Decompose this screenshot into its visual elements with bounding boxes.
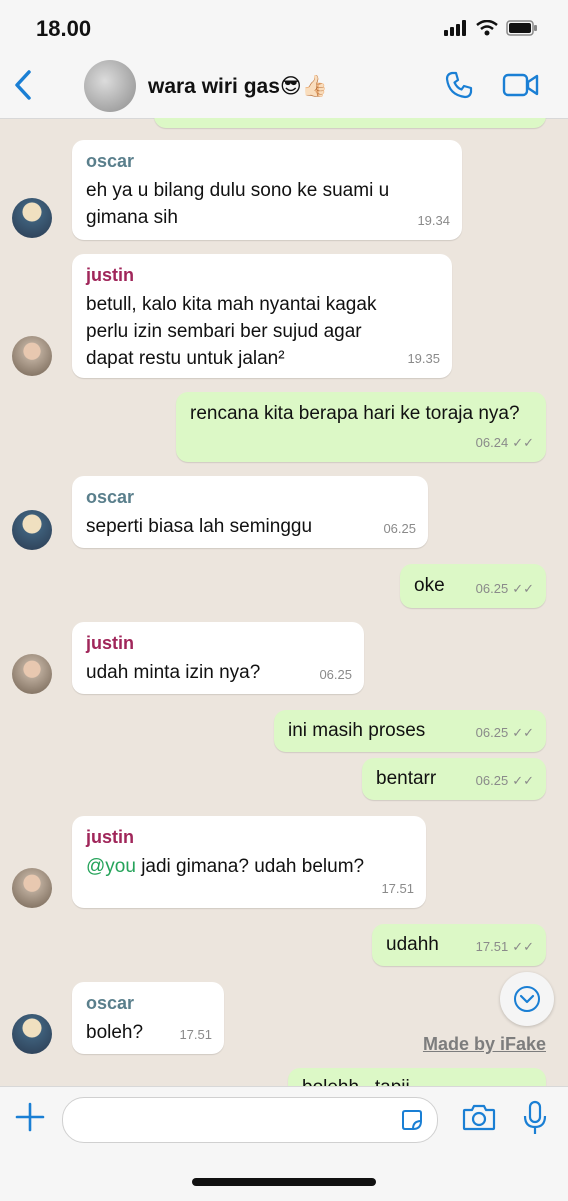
message-text: udah minta izin nya? xyxy=(86,662,261,683)
message-bubble[interactable]: oke 06.25 ✓✓ xyxy=(400,564,546,608)
message-input[interactable] xyxy=(62,1097,438,1143)
message-bubble[interactable]: justin betull, kalo kita mah nyantai kag… xyxy=(72,254,452,378)
message-bubble[interactable]: bolehh...tapii xyxy=(288,1068,546,1086)
message-bubble[interactable]: bentarr 06.25 ✓✓ xyxy=(362,758,546,800)
message-bubble[interactable]: justin udah minta izin nya? 06.25 xyxy=(72,622,364,694)
phone-icon[interactable] xyxy=(444,70,474,100)
justin-avatar[interactable] xyxy=(12,336,52,376)
double-check-icon: ✓✓ xyxy=(512,435,534,450)
double-check-icon: ✓✓ xyxy=(512,939,534,954)
plus-icon[interactable] xyxy=(14,1101,46,1133)
message-bubble[interactable]: ini masih proses 06.25 ✓✓ xyxy=(274,710,546,752)
message-text-line: @you jadi gimana? udah belum? xyxy=(86,853,412,880)
double-check-icon: ✓✓ xyxy=(512,581,534,596)
message-text: seperti biasa lah seminggu xyxy=(86,516,313,537)
watermark: Made by iFake xyxy=(422,1034,546,1054)
group-avatar[interactable] xyxy=(84,60,136,112)
sticker-icon[interactable] xyxy=(401,1109,423,1131)
justin-avatar[interactable] xyxy=(12,868,52,908)
sender-name: oscar xyxy=(86,151,135,171)
message-time: 06.25 xyxy=(475,773,509,788)
sender-name: oscar xyxy=(86,487,135,507)
sender-name: justin xyxy=(86,633,134,653)
message-time: 17.51 xyxy=(475,939,509,954)
double-check-icon: ✓✓ xyxy=(512,725,534,740)
sender-name: oscar xyxy=(86,993,135,1013)
justin-avatar[interactable] xyxy=(12,654,52,694)
message-time: 17.51 xyxy=(381,881,414,896)
oscar-avatar[interactable] xyxy=(12,1014,52,1054)
message-text: bolehh...tapii xyxy=(288,1068,546,1086)
message-bubble[interactable]: oscar boleh? 17.51 xyxy=(72,982,224,1054)
message-time: 17.51 xyxy=(179,1027,212,1042)
chat-header: wara wiri gas😎👍🏻 xyxy=(0,56,568,119)
message-time: 19.34 xyxy=(417,213,450,228)
message-text: betull, kalo kita mah nyantai kagak perl… xyxy=(86,294,377,369)
message-bubble[interactable]: rencana kita berapa hari ke toraja nya? … xyxy=(176,392,546,462)
message-time: 06.25 xyxy=(475,581,509,596)
sender-name: justin xyxy=(86,265,134,285)
message-text: jadi gimana? udah belum? xyxy=(141,856,365,877)
message-text: eh ya u bilang dulu sono ke suami u gima… xyxy=(86,180,390,228)
scroll-down-button[interactable] xyxy=(500,972,554,1026)
message-bubble[interactable]: justin @you jadi gimana? udah belum? 17.… xyxy=(72,816,426,908)
message-time: 06.25 xyxy=(383,521,416,536)
video-camera-icon[interactable] xyxy=(502,72,540,98)
double-check-icon: ✓✓ xyxy=(512,773,534,788)
camera-icon[interactable] xyxy=(462,1103,496,1131)
home-indicator[interactable] xyxy=(192,1178,376,1186)
sender-name: justin xyxy=(86,827,134,847)
message-time: 06.24 xyxy=(475,435,509,450)
message-time: 19.35 xyxy=(407,351,440,366)
oscar-avatar[interactable] xyxy=(12,198,52,238)
message-bubble[interactable]: oscar seperti biasa lah seminggu 06.25 xyxy=(72,476,428,548)
message-bubble-partial[interactable] xyxy=(154,118,546,128)
oscar-avatar[interactable] xyxy=(12,510,52,550)
message-time: 06.25 xyxy=(475,725,509,740)
mention-link[interactable]: @you xyxy=(86,856,136,877)
message-bubble[interactable]: udahh 17.51 ✓✓ xyxy=(372,924,546,966)
status-icons xyxy=(444,20,538,36)
microphone-icon[interactable] xyxy=(522,1100,548,1136)
status-bar: 18.00 xyxy=(0,0,568,56)
group-name[interactable]: wara wiri gas😎👍🏻 xyxy=(148,74,328,99)
message-time: 06.25 xyxy=(319,667,352,682)
message-bubble[interactable]: oscar eh ya u bilang dulu sono ke suami … xyxy=(72,140,462,240)
chevron-down-icon xyxy=(514,986,540,1012)
back-chevron-icon[interactable] xyxy=(10,68,36,102)
battery-icon xyxy=(506,20,537,36)
chat-area[interactable]: oscar eh ya u bilang dulu sono ke suami … xyxy=(0,118,568,1086)
wifi-icon xyxy=(476,20,498,36)
status-time: 18.00 xyxy=(36,16,92,41)
message-text: rencana kita berapa hari ke toraja nya? xyxy=(190,403,520,424)
signal-icon xyxy=(444,20,466,36)
